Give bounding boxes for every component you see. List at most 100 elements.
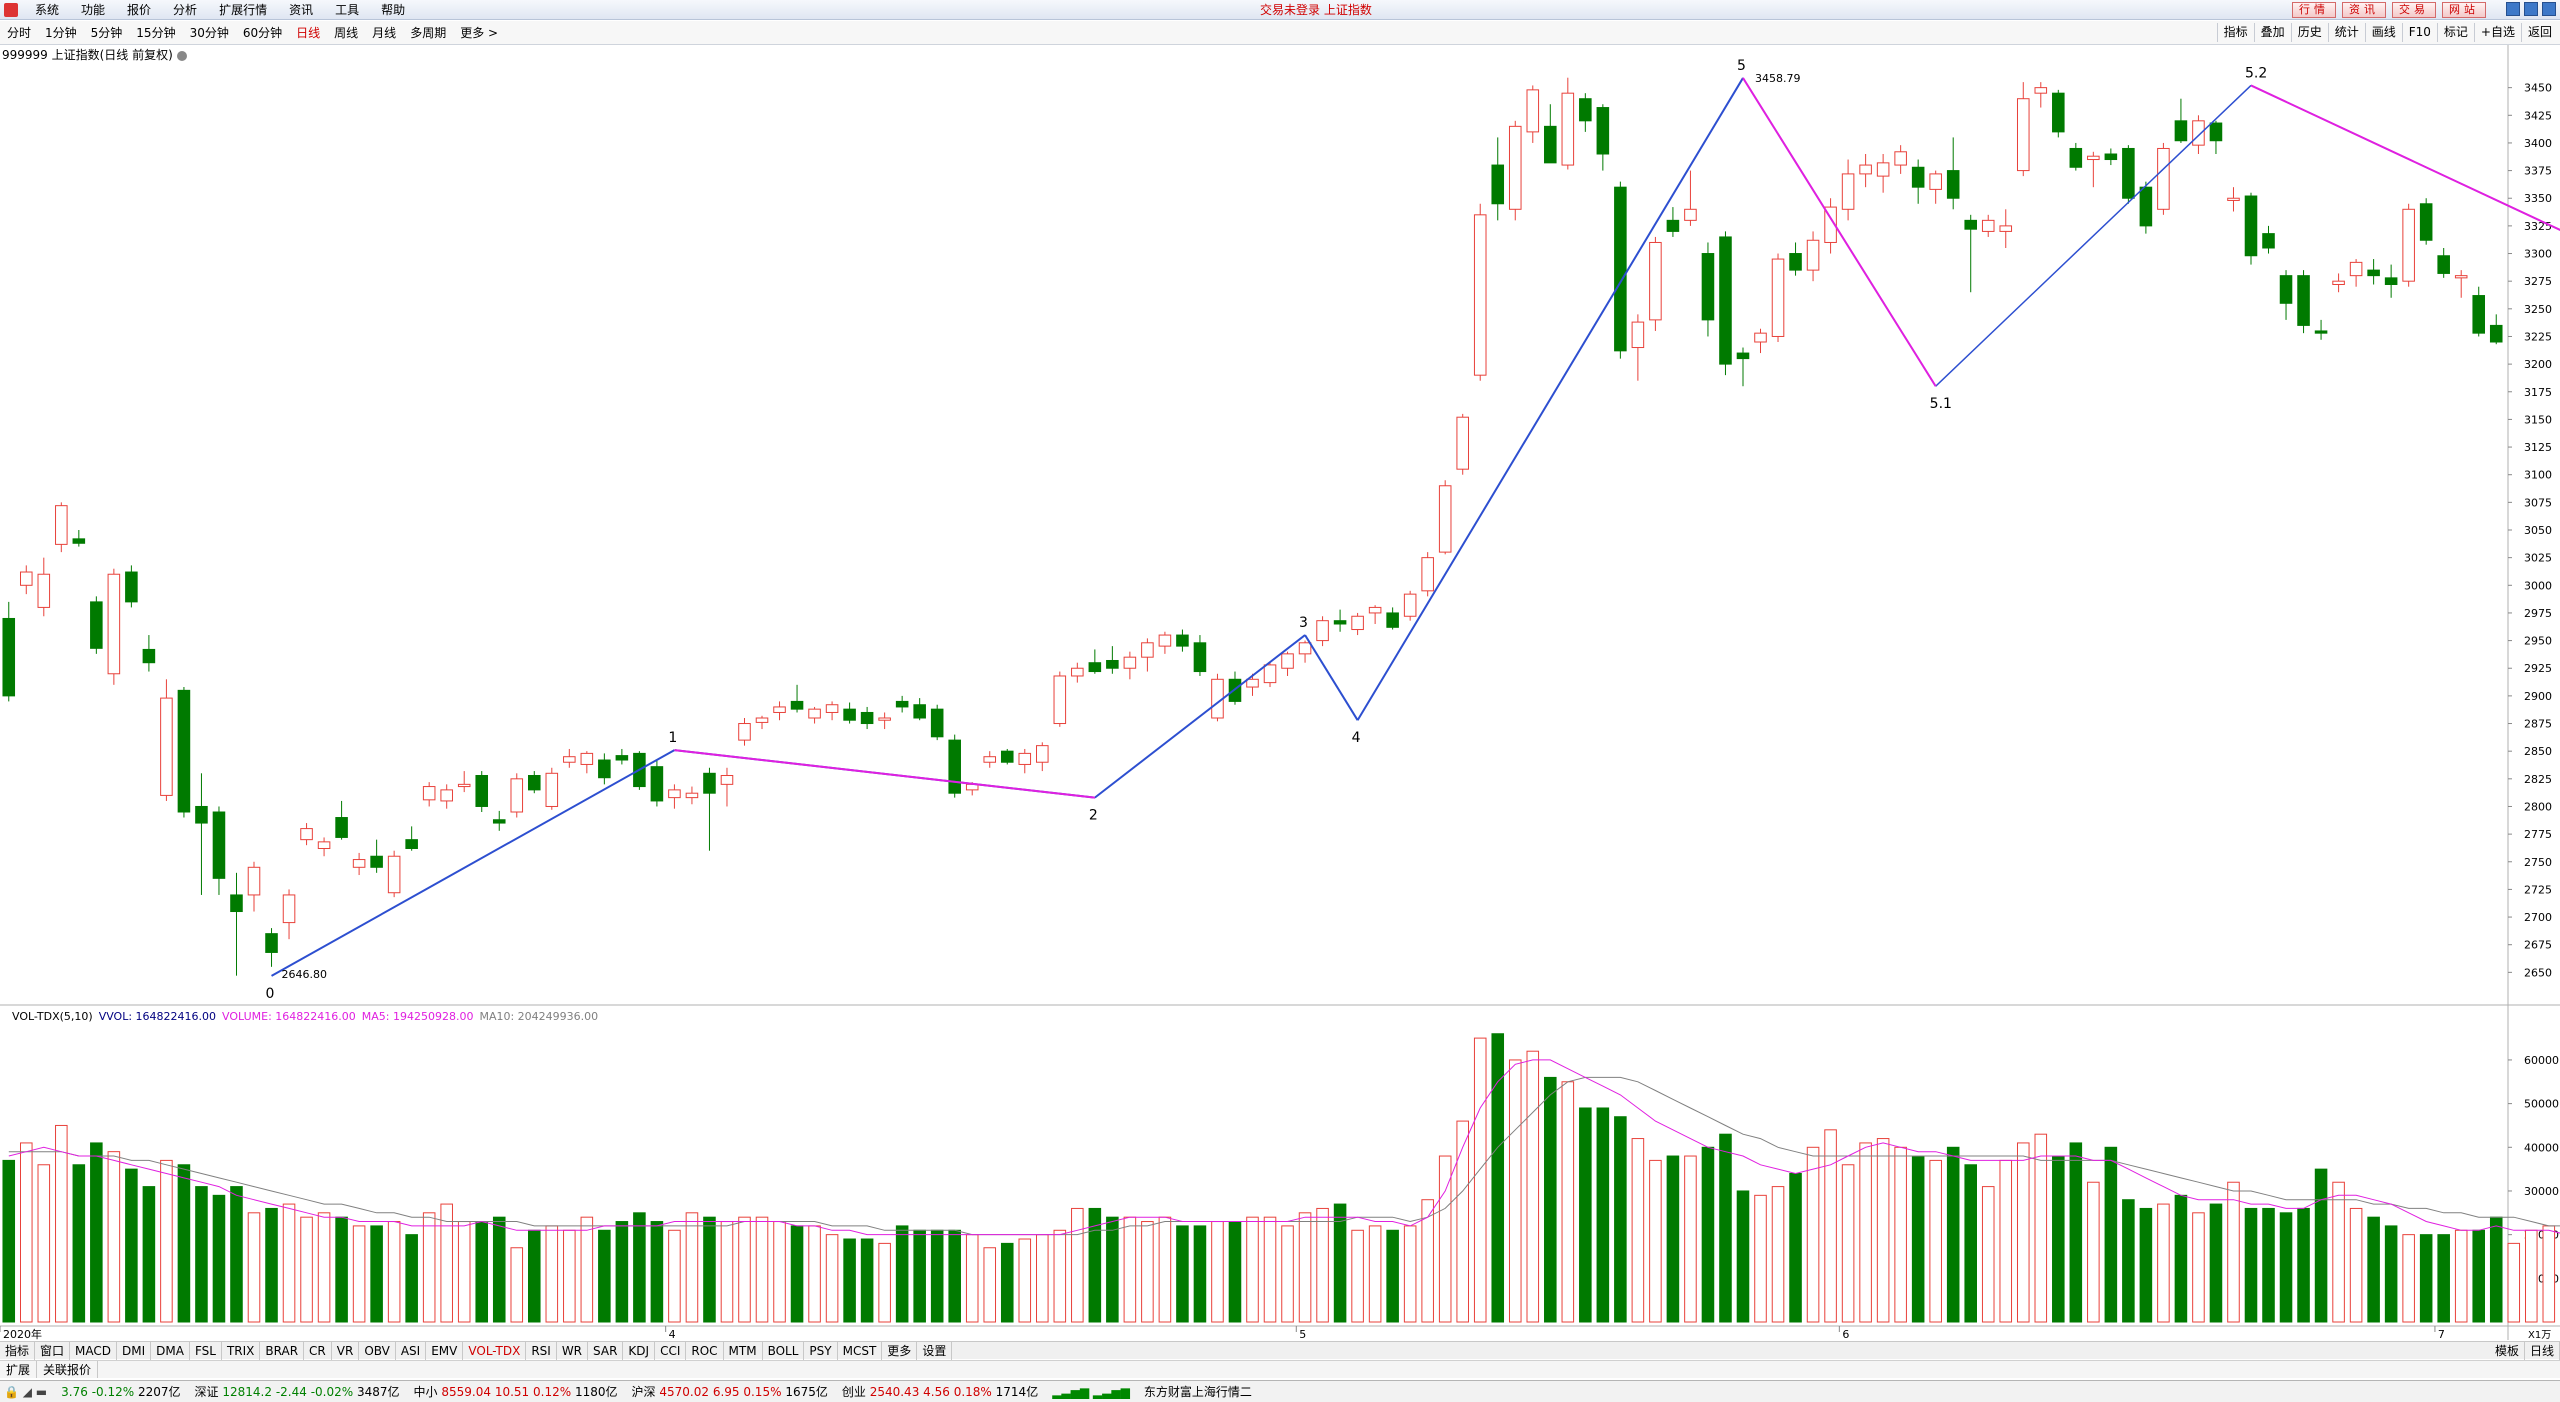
tab-extend[interactable]: 扩展 [0,1361,38,1378]
candle[interactable] [282,894,296,924]
candle[interactable] [563,756,576,763]
tab-related-quotes[interactable]: 关联报价 [37,1361,99,1378]
volume-bar[interactable] [2069,1142,2083,1323]
volume-bar[interactable] [2157,1203,2170,1323]
news-button[interactable]: 资讯 [2342,2,2386,18]
volume-bar[interactable] [457,1221,471,1323]
candle[interactable] [1333,620,1347,625]
volume-bar[interactable] [1368,1225,1382,1323]
candle[interactable] [528,775,541,791]
volume-bar[interactable] [2489,1216,2503,1323]
right-tab[interactable]: 模板 [2490,1341,2525,1360]
volume-bar[interactable] [720,1221,734,1323]
volume-bar[interactable] [1684,1155,1697,1323]
candle[interactable] [457,783,471,788]
volume-bar[interactable] [1263,1216,1277,1323]
volume-bar[interactable] [2262,1207,2275,1323]
right-tab[interactable]: 日线 [2525,1341,2560,1360]
volume-bar[interactable] [352,1225,366,1323]
tool-button[interactable]: F10 [2401,23,2437,42]
candle[interactable] [160,697,173,796]
close-icon[interactable] [2542,2,2556,16]
candle[interactable] [1438,485,1452,553]
tool-button[interactable]: 标记 [2436,23,2474,42]
indicator-tab[interactable]: SAR [588,1341,624,1360]
indicator-tab[interactable]: BRAR [260,1341,305,1360]
candle[interactable] [1719,236,1732,365]
candle[interactable] [37,573,51,608]
candle[interactable] [1158,634,1172,647]
candle[interactable] [2244,195,2258,257]
candle[interactable] [1964,219,1977,230]
candle[interactable] [265,933,278,953]
volume-bar[interactable] [1649,1159,1662,1323]
volume-bar[interactable] [230,1186,243,1323]
candle[interactable] [860,711,874,725]
volume-bar[interactable] [1123,1216,1137,1323]
candle[interactable] [1106,659,1119,669]
volume-bar[interactable] [1456,1120,1469,1323]
volume-bar[interactable] [1544,1076,1557,1323]
volume-bar[interactable] [773,1221,786,1323]
candle[interactable] [2052,92,2065,133]
candle[interactable] [212,811,226,879]
candle[interactable] [1000,750,1014,763]
period-tab[interactable]: 15分钟 [129,24,182,41]
candle[interactable] [1246,678,1259,688]
candle[interactable] [387,855,401,894]
candle[interactable] [352,859,366,868]
candle[interactable] [335,817,348,838]
volume-bar[interactable] [212,1194,226,1323]
volume-bar[interactable] [668,1229,681,1323]
menu-item[interactable]: 扩展行情 [208,1,278,18]
period-tab[interactable]: 1分钟 [38,24,84,41]
menu-item[interactable]: 功能 [70,1,116,18]
volume-bar[interactable] [1246,1216,1259,1323]
menu-item[interactable]: 报价 [116,1,162,18]
volume-bar[interactable] [1211,1221,1224,1323]
candle[interactable] [685,792,699,799]
candle[interactable] [2419,203,2433,241]
indicator-tab[interactable]: VR [332,1341,360,1360]
volume-bar[interactable] [633,1212,646,1323]
volume-bar[interactable] [1736,1190,1750,1323]
volume-bar[interactable] [2419,1234,2433,1323]
volume-bar[interactable] [55,1124,68,1323]
candle[interactable] [230,894,243,913]
candle[interactable] [1421,557,1434,592]
candle[interactable] [2349,261,2363,277]
tool-button[interactable]: 指标 [2216,23,2254,42]
candle[interactable] [1544,125,1557,164]
volume-bar[interactable] [1981,1186,1995,1323]
volume-bar[interactable] [2507,1242,2521,1323]
volume-bar[interactable] [808,1225,821,1323]
volume-bar[interactable] [370,1225,383,1323]
candle[interactable] [1789,253,1802,271]
candle[interactable] [55,505,68,545]
candle[interactable] [2034,87,2048,94]
candle[interactable] [843,708,856,721]
candle[interactable] [300,828,313,841]
candle[interactable] [1053,675,1067,725]
volume-bar[interactable] [2472,1229,2486,1323]
volume-bar[interactable] [125,1168,138,1323]
candle[interactable] [1911,166,1925,188]
menu-item[interactable]: 工具 [324,1,370,18]
volume-bar[interactable] [1403,1225,1417,1323]
volume-bar[interactable] [1701,1146,1715,1323]
menu-item[interactable]: 系统 [24,1,70,18]
candle[interactable] [125,571,138,603]
indicator-tab[interactable]: ASI [396,1341,427,1360]
volume-bar[interactable] [160,1159,173,1323]
volume-bar[interactable] [1386,1229,1399,1323]
minimize-icon[interactable] [2506,2,2520,16]
volume-bar[interactable] [930,1229,944,1323]
volume-bar[interactable] [2192,1212,2205,1323]
menu-item[interactable]: 帮助 [370,1,416,18]
candle[interactable] [1036,745,1049,763]
quote-button[interactable]: 行情 [2292,2,2336,18]
candle[interactable] [773,706,786,713]
candle[interactable] [247,866,261,896]
candle[interactable] [983,756,997,763]
indicator-tab[interactable]: FSL [190,1341,222,1360]
